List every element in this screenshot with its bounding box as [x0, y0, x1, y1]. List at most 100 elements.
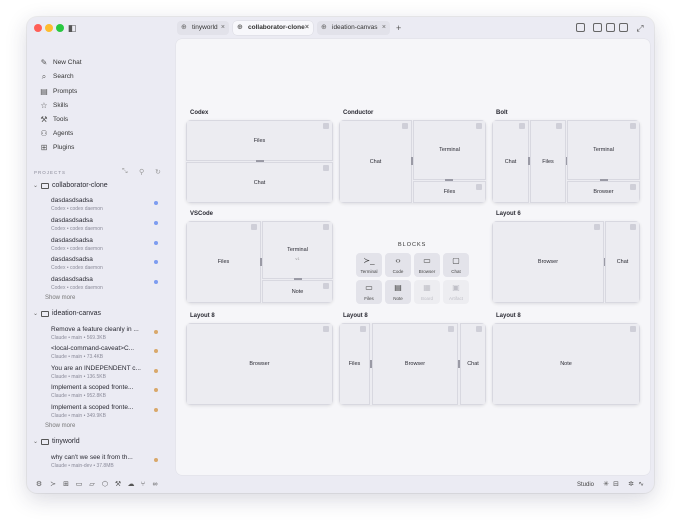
- settings-icon[interactable]: ✲: [626, 480, 636, 490]
- filter-icon[interactable]: ⚲: [139, 168, 144, 176]
- list-item[interactable]: dasdasdsadsa Codex • codex daemon: [51, 216, 163, 234]
- block-browser[interactable]: ▭ Browser: [414, 253, 440, 277]
- list-item[interactable]: dasdasdsadsa Codex • codex daemon: [51, 255, 163, 273]
- new-tab-button[interactable]: +: [396, 21, 401, 35]
- pane-files[interactable]: Files: [413, 181, 486, 203]
- pane-menu-icon[interactable]: [323, 123, 329, 129]
- project-group-collaborator-clone[interactable]: ⌄ collaborator-clone: [33, 180, 108, 192]
- pane-menu-icon[interactable]: [448, 326, 454, 332]
- activity-icon[interactable]: ∿: [636, 480, 646, 490]
- layout-card-bolt[interactable]: Chat Files Terminal Browser: [492, 120, 640, 203]
- pane-browser[interactable]: Browser: [186, 323, 333, 405]
- pane-menu-icon[interactable]: [360, 326, 366, 332]
- collapse-all-icon[interactable]: ⤡: [122, 168, 128, 176]
- pane-files[interactable]: Files: [339, 323, 370, 405]
- pane-browser[interactable]: Browser: [372, 323, 458, 405]
- pane-chat[interactable]: Chat: [339, 120, 412, 203]
- layout-card-layout8-note[interactable]: Note: [492, 323, 640, 405]
- tab-ideation-canvas[interactable]: ⊕ ideation-canvas ×: [317, 21, 390, 35]
- pane-menu-icon[interactable]: [519, 123, 525, 129]
- pane-menu-icon[interactable]: [323, 165, 329, 171]
- nav-skills[interactable]: ☆ Skills: [39, 99, 68, 112]
- list-item[interactable]: why can't we see it from th... Claude • m…: [51, 453, 163, 471]
- close-icon[interactable]: ×: [221, 21, 225, 35]
- link-icon[interactable]: ∞: [150, 480, 160, 490]
- pane-menu-icon[interactable]: [594, 224, 600, 230]
- block-terminal[interactable]: ≻_ Terminal: [356, 253, 382, 277]
- block-files[interactable]: ▭ Files: [356, 280, 382, 304]
- nav-prompts[interactable]: ▤ Prompts: [39, 85, 77, 98]
- pane-menu-icon[interactable]: [323, 283, 329, 289]
- minimize-window-button[interactable]: [45, 24, 53, 32]
- columns-icon[interactable]: [619, 23, 628, 32]
- pane-files[interactable]: Files: [186, 221, 261, 303]
- close-window-button[interactable]: [34, 24, 42, 32]
- maximize-window-button[interactable]: [56, 24, 64, 32]
- show-more-link[interactable]: Show more: [45, 295, 75, 301]
- panel-icon[interactable]: ⊟: [611, 480, 621, 490]
- pane-browser[interactable]: Browser: [492, 221, 604, 303]
- pane-menu-icon[interactable]: [323, 224, 329, 230]
- pane-note[interactable]: Note: [262, 280, 333, 303]
- project-group-tinyworld[interactable]: ⌄ tinyworld: [33, 436, 80, 448]
- pane-menu-icon[interactable]: [476, 123, 482, 129]
- nav-tools[interactable]: ⚒ Tools: [39, 113, 68, 126]
- studio-label[interactable]: Studio: [577, 480, 594, 490]
- pane-chat[interactable]: Chat: [460, 323, 486, 405]
- gear-icon[interactable]: ⚙: [34, 480, 44, 490]
- list-item[interactable]: Implement a scoped fronte... Claude • mai…: [51, 383, 163, 401]
- block-note[interactable]: ▤ Note: [385, 280, 411, 304]
- layout-card-layout8-browser[interactable]: Browser: [186, 323, 333, 405]
- pane-terminal[interactable]: Terminal: [413, 120, 486, 180]
- pane-menu-icon[interactable]: [251, 224, 257, 230]
- tab-tinyworld[interactable]: ⊕ tinyworld ×: [177, 21, 229, 35]
- block-chat[interactable]: ▢ Chat: [443, 253, 469, 277]
- folder-icon[interactable]: [576, 23, 585, 32]
- list-item[interactable]: <local-command-caveat>C... Claude • main …: [51, 344, 163, 362]
- pane-menu-icon[interactable]: [630, 326, 636, 332]
- layout-card-vscode[interactable]: Files Terminal v1 Note: [186, 221, 333, 303]
- close-icon[interactable]: ×: [305, 21, 309, 35]
- pane-files[interactable]: Files: [530, 120, 566, 203]
- branch-icon[interactable]: ⑂: [138, 480, 148, 490]
- pane-menu-icon[interactable]: [323, 326, 329, 332]
- pane-chat[interactable]: Chat: [605, 221, 640, 303]
- layout-card-codex[interactable]: Files Chat: [186, 120, 333, 203]
- sidebar-toggle-icon[interactable]: ◧: [66, 22, 78, 34]
- pane-terminal[interactable]: Terminal v1: [262, 221, 333, 279]
- pane-menu-icon[interactable]: [630, 123, 636, 129]
- sparkle-icon[interactable]: ✳: [601, 480, 611, 490]
- list-item[interactable]: Implement a scoped fronte... Claude • mai…: [51, 403, 163, 421]
- refresh-icon[interactable]: ↻: [155, 168, 161, 176]
- layout-card-layout8-three[interactable]: Files Browser Chat: [339, 323, 486, 405]
- show-more-link[interactable]: Show more: [45, 423, 75, 429]
- browser-icon[interactable]: ▭: [74, 480, 84, 490]
- grid-layout-icon[interactable]: [593, 23, 602, 32]
- pane-menu-icon[interactable]: [402, 123, 408, 129]
- block-code[interactable]: ‹› Code: [385, 253, 411, 277]
- cloud-icon[interactable]: ☁: [126, 480, 136, 490]
- pane-note[interactable]: Note: [492, 323, 640, 405]
- list-item[interactable]: dasdasdsadsa Codex • codex daemon: [51, 275, 163, 293]
- layout-card-layout6[interactable]: Browser Chat: [492, 221, 640, 303]
- wrench-icon[interactable]: ⚒: [113, 480, 123, 490]
- list-item[interactable]: dasdasdsadsa Codex • codex daemon: [51, 196, 163, 214]
- list-item[interactable]: You are an INDEPENDENT c... Claude • main…: [51, 364, 163, 382]
- layout-card-conductor[interactable]: Chat Terminal Files: [339, 120, 486, 203]
- pane-files[interactable]: Files: [186, 120, 333, 161]
- list-item[interactable]: dasdasdsadsa Codex • codex daemon: [51, 236, 163, 254]
- nav-search[interactable]: ⌕ Search: [39, 70, 74, 83]
- grid-icon[interactable]: ⊞: [61, 480, 71, 490]
- expand-icon[interactable]: ⤢: [634, 22, 646, 34]
- nav-agents[interactable]: ⚇ Agents: [39, 127, 73, 140]
- pane-chat[interactable]: Chat: [492, 120, 529, 203]
- pane-menu-icon[interactable]: [476, 184, 482, 190]
- split-view-icon[interactable]: [606, 23, 615, 32]
- pane-browser[interactable]: Browser: [567, 181, 640, 203]
- terminal-icon[interactable]: ≻: [48, 480, 58, 490]
- pane-chat[interactable]: Chat: [186, 162, 333, 203]
- folder-icon[interactable]: ▱: [87, 480, 97, 490]
- tab-collaborator-clone[interactable]: ⊕ collaborator-clone ×: [233, 21, 313, 35]
- close-icon[interactable]: ×: [382, 21, 386, 35]
- pane-menu-icon[interactable]: [630, 224, 636, 230]
